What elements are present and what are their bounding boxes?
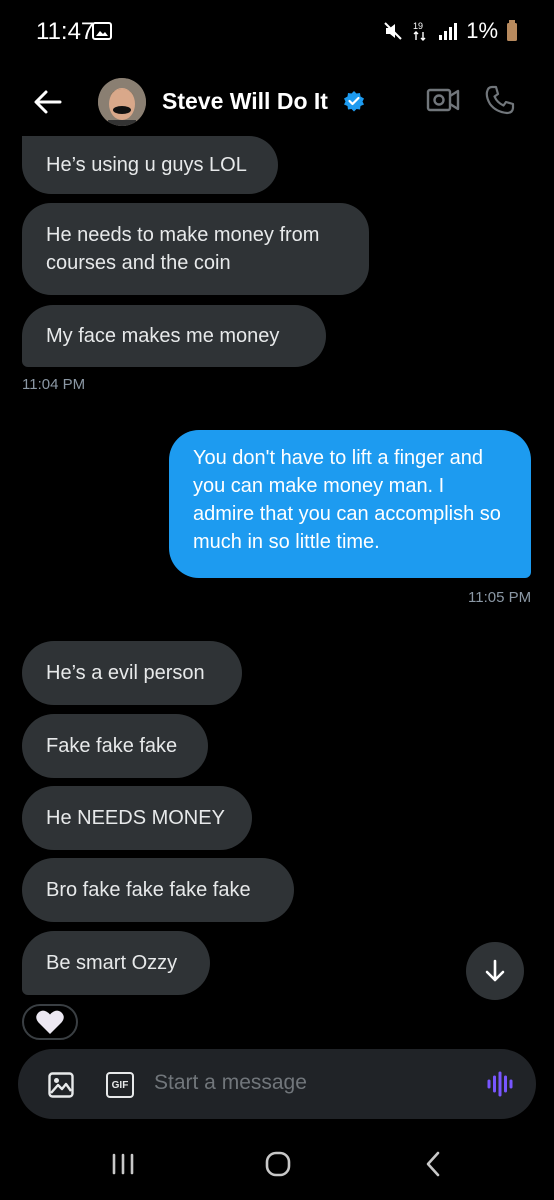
heart-icon (36, 1010, 64, 1034)
status-time: 11:47 (36, 18, 95, 45)
message-text: He’s a evil person (46, 662, 205, 684)
svg-text:19: 19 (413, 21, 423, 31)
contact-name[interactable]: Steve Will Do It (162, 88, 328, 115)
message-bubble[interactable]: Bro fake fake fake fake (22, 858, 294, 922)
network-speed-icon: 19 (413, 21, 426, 41)
message-text: You don't have to lift a finger and you … (193, 447, 501, 553)
message-input[interactable]: Start a message (154, 1071, 307, 1095)
reaction-badge[interactable] (22, 1004, 78, 1040)
home-icon[interactable] (264, 1150, 292, 1178)
message-bubble[interactable]: Fake fake fake (22, 714, 208, 778)
scroll-to-bottom-button[interactable] (466, 942, 524, 1000)
avatar-image (98, 78, 146, 126)
message-text: Be smart Ozzy (46, 952, 178, 974)
verified-badge-icon (344, 91, 364, 112)
status-bar: 11:47 19 1% (0, 0, 554, 64)
gif-label: GIF (111, 1079, 129, 1091)
system-back-icon[interactable] (422, 1150, 444, 1178)
video-call-icon[interactable] (426, 86, 460, 114)
message-text: He NEEDS MONEY (46, 807, 225, 829)
message-timestamp: 11:04 PM (22, 376, 86, 393)
message-text: He’s using u guys LOL (46, 154, 247, 176)
arrow-down-icon (485, 959, 505, 982)
mute-icon (384, 22, 402, 40)
message-text: My face makes me money (46, 325, 280, 347)
system-nav-bar (0, 1130, 554, 1200)
phone-call-icon[interactable] (484, 84, 516, 116)
battery-icon (507, 20, 517, 41)
message-bubble[interactable]: He’s a evil person (22, 641, 242, 705)
message-bubble[interactable]: My face makes me money (22, 305, 326, 367)
message-timestamp: 11:05 PM (468, 589, 532, 606)
message-bubble[interactable]: Be smart Ozzy (22, 931, 210, 995)
message-text: Fake fake fake (46, 735, 178, 757)
battery-text: 1% (466, 18, 498, 43)
signal-icon (439, 23, 458, 40)
image-attach-icon[interactable] (48, 1072, 74, 1098)
avatar[interactable] (98, 78, 146, 126)
message-text: He needs to make money from courses and … (46, 224, 320, 274)
message-bubble[interactable]: He’s using u guys LOL (22, 136, 278, 194)
message-bubble[interactable]: You don't have to lift a finger and you … (169, 430, 531, 578)
recents-icon[interactable] (110, 1152, 136, 1176)
message-composer: GIF Start a message (18, 1049, 536, 1119)
voice-message-icon[interactable] (486, 1070, 514, 1098)
message-text: Bro fake fake fake fake (46, 879, 251, 901)
message-bubble[interactable]: He needs to make money from courses and … (22, 203, 369, 295)
gif-button[interactable]: GIF (106, 1072, 134, 1098)
conversation-header: Steve Will Do It (0, 68, 554, 136)
gallery-notification-icon (92, 22, 112, 40)
status-indicators: 19 1% (382, 18, 518, 44)
message-bubble[interactable]: He NEEDS MONEY (22, 786, 252, 850)
back-arrow-icon[interactable] (30, 84, 66, 120)
